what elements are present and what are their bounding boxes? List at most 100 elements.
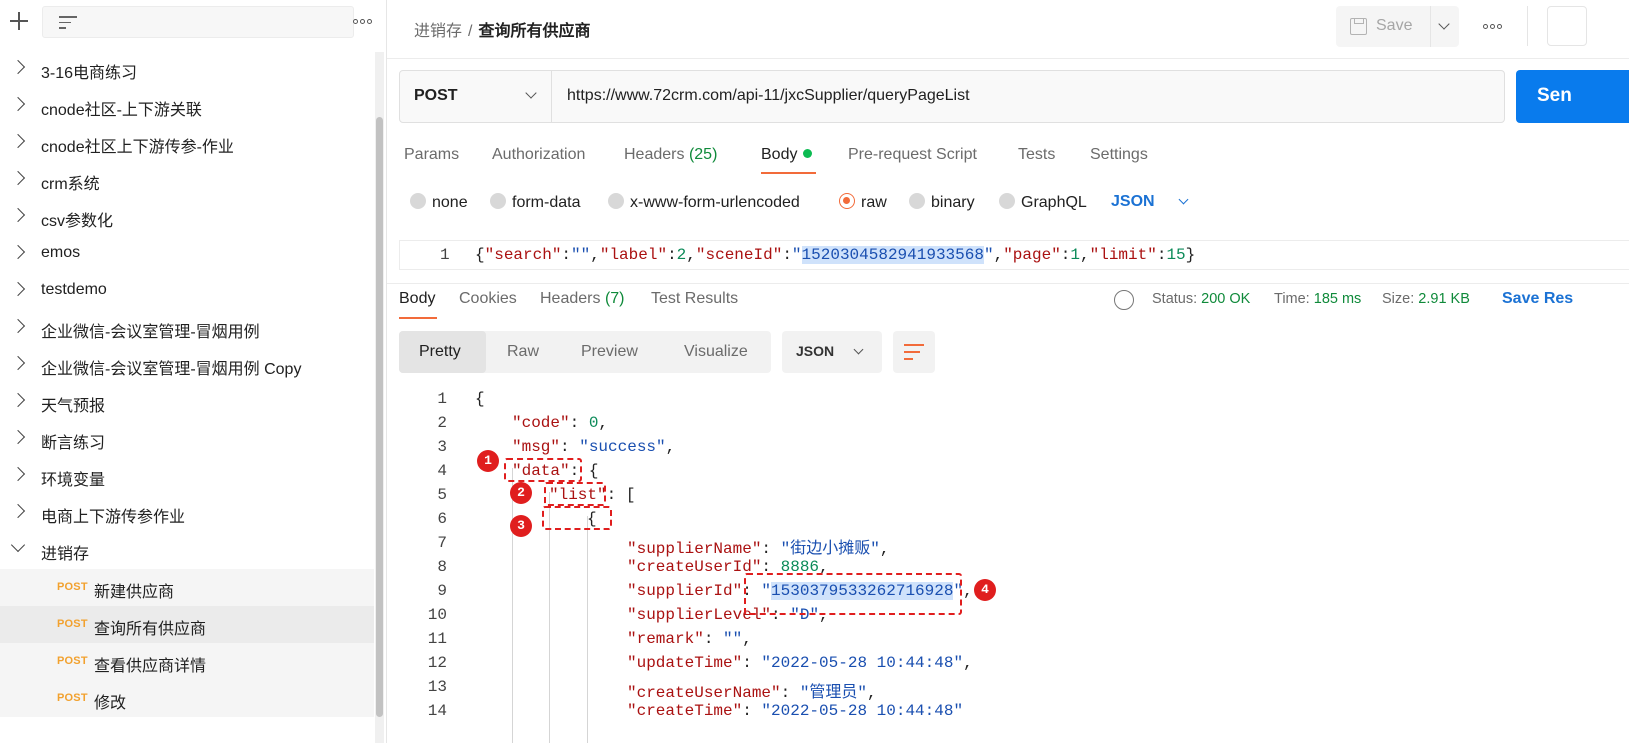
tab-label: Settings bbox=[1090, 146, 1148, 163]
line-number: 1 bbox=[440, 246, 450, 264]
scrollbar-thumb[interactable] bbox=[376, 117, 383, 717]
save-response-button[interactable]: Save Res bbox=[1502, 290, 1573, 308]
divider bbox=[387, 58, 1629, 59]
collection-item[interactable]: 3-16电商练习 bbox=[0, 50, 374, 87]
request-label: 查看供应商详情 bbox=[94, 658, 207, 675]
sidebar-toolbar bbox=[0, 0, 386, 46]
filter-input[interactable] bbox=[42, 6, 354, 38]
network-globe-icon[interactable] bbox=[1114, 290, 1134, 310]
view-raw[interactable]: Raw bbox=[486, 331, 561, 373]
save-button-group: Save bbox=[1336, 6, 1459, 47]
send-button[interactable]: Sen bbox=[1516, 70, 1629, 123]
collection-item[interactable]: 电商上下游传参作业 bbox=[0, 494, 374, 531]
collection-item[interactable]: testdemo bbox=[0, 272, 374, 309]
active-tab-indicator bbox=[399, 317, 437, 319]
response-tab-body[interactable]: Body bbox=[399, 290, 435, 308]
line-number: 10 bbox=[427, 606, 447, 624]
tab-settings[interactable]: Settings bbox=[1090, 146, 1148, 164]
divider[interactable] bbox=[387, 283, 1629, 284]
chevron-down-icon bbox=[525, 87, 537, 99]
collection-item[interactable]: cnode社区-上下游关联 bbox=[0, 87, 374, 124]
save-button[interactable]: Save bbox=[1336, 6, 1429, 47]
line-number: 1 bbox=[437, 390, 447, 408]
collection-item[interactable]: crm系统 bbox=[0, 161, 374, 198]
method-select[interactable]: POST bbox=[400, 71, 552, 122]
collection-item[interactable]: 断言练习 bbox=[0, 420, 374, 457]
json-key: "label" bbox=[599, 246, 668, 264]
radio-urlencoded[interactable]: x-www-form-urlencoded bbox=[608, 193, 800, 212]
breadcrumb-current[interactable]: 查询所有供应商 bbox=[478, 23, 590, 40]
request-item[interactable]: POST 新建供应商 bbox=[0, 569, 374, 606]
plus-icon[interactable] bbox=[9, 11, 29, 31]
view-label: Preview bbox=[581, 343, 638, 360]
json-key: "remark" bbox=[627, 630, 704, 648]
tab-headers[interactable]: Headers (25) bbox=[624, 146, 717, 164]
collection-label: testdemo bbox=[41, 281, 107, 298]
edit-icon[interactable] bbox=[1547, 6, 1587, 46]
chevron-down-icon bbox=[1438, 18, 1450, 30]
tab-authorization[interactable]: Authorization bbox=[492, 146, 585, 164]
view-preview[interactable]: Preview bbox=[561, 331, 661, 373]
more-actions-icon[interactable] bbox=[1483, 24, 1505, 30]
collection-label: 3-16电商练习 bbox=[41, 65, 138, 82]
breadcrumb: 进销存 / 查询所有供应商 bbox=[414, 17, 590, 41]
url-input[interactable]: https://www.72crm.com/api-11/jxcSupplier… bbox=[567, 87, 970, 105]
tab-params[interactable]: Params bbox=[404, 146, 459, 164]
radio-none[interactable]: none bbox=[410, 193, 468, 212]
more-options-icon[interactable] bbox=[353, 19, 375, 25]
json-number: 2 bbox=[676, 246, 687, 264]
response-view-selector: Pretty Raw Preview Visualize bbox=[399, 331, 771, 373]
time-label: Time: bbox=[1274, 291, 1310, 307]
response-tab-headers[interactable]: Headers (7) bbox=[540, 290, 625, 308]
body-format-select[interactable]: JSON bbox=[1111, 193, 1189, 211]
response-format-select[interactable]: JSON bbox=[782, 331, 882, 373]
json-string: "" bbox=[571, 246, 591, 264]
chevron-right-icon bbox=[10, 59, 26, 75]
tab-prerequest-script[interactable]: Pre-request Script bbox=[848, 146, 977, 164]
response-body-viewer[interactable]: 1 2 3 4 5 6 7 8 9 10 11 12 13 14 { "code… bbox=[387, 386, 1629, 743]
tab-label: Body bbox=[399, 290, 436, 307]
tab-tests[interactable]: Tests bbox=[1018, 146, 1055, 164]
code-token: { bbox=[475, 246, 485, 264]
annotation-box bbox=[504, 458, 582, 482]
collection-item[interactable]: 企业微信-会议室管理-冒烟用例 bbox=[0, 309, 374, 346]
url-bar: POST https://www.72crm.com/api-11/jxcSup… bbox=[399, 70, 1505, 123]
save-dropdown-button[interactable] bbox=[1430, 6, 1459, 47]
json-number: 15 bbox=[1166, 246, 1186, 264]
collection-item[interactable]: 天气预报 bbox=[0, 383, 374, 420]
collection-item[interactable]: 环境变量 bbox=[0, 457, 374, 494]
collection-item-expanded[interactable]: 进销存 bbox=[0, 531, 374, 568]
request-item[interactable]: POST 查看供应商详情 bbox=[0, 643, 374, 680]
code-line[interactable]: {"search":"","label":2,"sceneId":"152030… bbox=[475, 246, 1195, 264]
wrap-lines-icon[interactable] bbox=[893, 331, 935, 373]
radio-binary[interactable]: binary bbox=[909, 193, 975, 212]
collection-item[interactable]: 企业微信-会议室管理-冒烟用例 Copy bbox=[0, 346, 374, 383]
view-pretty[interactable]: Pretty bbox=[399, 331, 486, 373]
tab-body[interactable]: Body bbox=[761, 146, 813, 164]
radio-raw[interactable]: raw bbox=[839, 193, 887, 212]
sidebar-scrollbar[interactable] bbox=[375, 52, 384, 743]
response-tab-test-results[interactable]: Test Results bbox=[651, 290, 738, 308]
tab-label: Headers bbox=[540, 290, 601, 307]
request-item[interactable]: POST 修改 bbox=[0, 680, 374, 717]
chevron-right-icon bbox=[10, 318, 26, 334]
size-readout: Size: 2.91 KB bbox=[1382, 291, 1470, 307]
request-item-active[interactable]: POST 查询所有供应商 bbox=[0, 606, 374, 643]
radio-form-data[interactable]: form-data bbox=[490, 193, 580, 212]
collection-item[interactable]: emos bbox=[0, 235, 374, 272]
chevron-down-icon bbox=[1178, 194, 1189, 205]
json-string-selected: 1520304582941933568 bbox=[801, 246, 984, 264]
size-value: 2.91 KB bbox=[1418, 291, 1470, 307]
breadcrumb-parent[interactable]: 进销存 bbox=[414, 23, 462, 40]
radio-graphql[interactable]: GraphQL bbox=[999, 193, 1087, 212]
response-tab-cookies[interactable]: Cookies bbox=[459, 290, 517, 308]
collection-label: 电商上下游传参作业 bbox=[41, 509, 186, 526]
code-token: : [ bbox=[606, 486, 636, 504]
collection-item[interactable]: csv参数化 bbox=[0, 198, 374, 235]
view-label: Raw bbox=[507, 343, 540, 360]
send-label: Sen bbox=[1537, 85, 1572, 106]
request-body-editor[interactable]: 1 {"search":"","label":2,"sceneId":"1520… bbox=[399, 240, 1629, 270]
view-visualize[interactable]: Visualize bbox=[661, 331, 771, 373]
collection-item[interactable]: cnode社区上下游传参-作业 bbox=[0, 124, 374, 161]
method-badge: POST bbox=[57, 618, 88, 630]
